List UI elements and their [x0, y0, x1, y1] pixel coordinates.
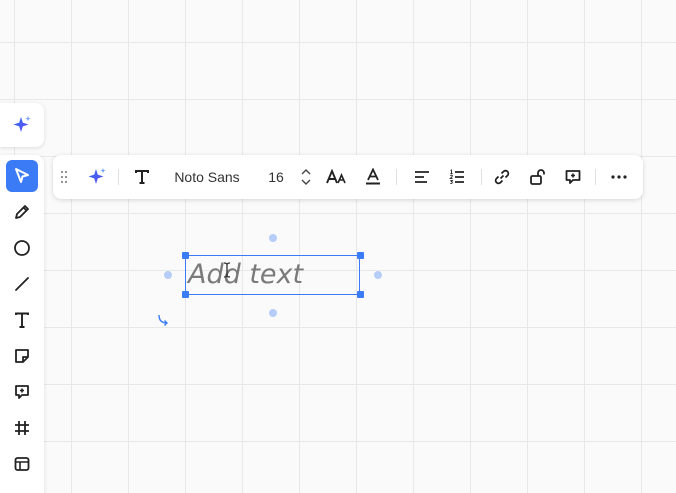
divider	[595, 169, 596, 185]
divider	[118, 169, 119, 185]
lock-button[interactable]	[523, 161, 551, 193]
shape-tool-button[interactable]	[6, 232, 38, 264]
template-tool-button[interactable]	[6, 448, 38, 480]
text-color-button[interactable]	[359, 161, 387, 193]
list-icon	[449, 169, 464, 185]
divider	[481, 169, 482, 185]
pen-tool-button[interactable]	[6, 196, 38, 228]
pen-icon	[15, 205, 29, 219]
text-box[interactable]: Add text	[185, 255, 360, 295]
sticky-note-icon	[15, 349, 29, 363]
left-toolbar	[0, 155, 44, 493]
rotate-handle-icon[interactable]	[156, 313, 170, 327]
text-case-button[interactable]	[323, 161, 351, 193]
font-size-stepper[interactable]	[297, 161, 315, 193]
more-icon	[611, 175, 627, 179]
connector-dot-bottom[interactable]	[269, 309, 277, 317]
ai-assistant-button[interactable]	[0, 103, 44, 147]
sparkle-icon	[88, 168, 106, 184]
lock-icon	[530, 169, 545, 185]
list-button[interactable]	[443, 161, 471, 193]
resize-handle-bottom-left[interactable]	[182, 291, 189, 298]
resize-handle-top-right[interactable]	[357, 252, 364, 259]
connector-dot-top[interactable]	[269, 234, 277, 242]
sticky-note-tool-button[interactable]	[6, 340, 38, 372]
text-style-button[interactable]	[128, 161, 156, 193]
frame-icon	[15, 421, 29, 435]
comment-tool-button[interactable]	[6, 376, 38, 408]
add-comment-icon	[565, 170, 581, 184]
comment-icon	[15, 385, 29, 399]
font-size-input[interactable]: 16	[259, 161, 293, 193]
drag-handle-icon	[60, 170, 68, 184]
link-icon	[494, 169, 510, 185]
resize-handle-top-left[interactable]	[182, 252, 189, 259]
chevron-up-down-icon	[301, 169, 311, 185]
text-style-icon	[135, 170, 149, 184]
select-tool-button[interactable]	[6, 160, 38, 192]
ai-text-button[interactable]	[83, 161, 111, 193]
line-tool-button[interactable]	[6, 268, 38, 300]
text-format-toolbar: Noto Sans 16	[53, 155, 643, 199]
resize-handle-bottom-right[interactable]	[357, 291, 364, 298]
text-icon	[15, 312, 29, 328]
add-comment-button[interactable]	[559, 161, 587, 193]
text-color-icon	[366, 168, 380, 185]
connector-dot-right[interactable]	[374, 271, 382, 279]
font-size-toggle-icon	[326, 169, 346, 184]
sparkle-icon	[13, 116, 31, 132]
text-cursor-icon	[223, 262, 231, 278]
divider	[396, 169, 397, 185]
circle-icon	[14, 240, 30, 256]
text-tool-button[interactable]	[6, 304, 38, 336]
align-left-button[interactable]	[408, 161, 436, 193]
frame-tool-button[interactable]	[6, 412, 38, 444]
align-left-icon	[415, 171, 429, 183]
toolbar-drag-handle[interactable]	[57, 161, 71, 193]
cursor-icon	[15, 168, 29, 183]
connector-dot-left[interactable]	[164, 271, 172, 279]
text-box-placeholder[interactable]: Add text	[188, 257, 303, 293]
line-icon	[15, 277, 29, 291]
link-button[interactable]	[488, 161, 516, 193]
font-family-select[interactable]: Noto Sans	[165, 161, 249, 193]
more-options-button[interactable]	[605, 161, 633, 193]
template-icon	[14, 457, 30, 471]
